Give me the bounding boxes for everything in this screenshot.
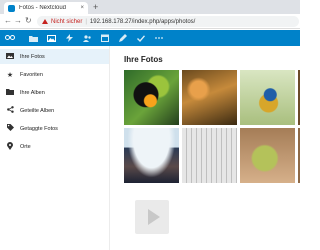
star-icon: ★ <box>6 71 14 79</box>
sidebar-item-geteilte-alben[interactable]: Geteilte Alben <box>0 103 109 118</box>
sidebar-item-label: Favoriten <box>20 71 43 78</box>
check-icon[interactable] <box>135 32 147 44</box>
forward-arrow-icon[interactable]: → <box>14 16 22 26</box>
sidebar-item-label: Getaggte Fotos <box>20 125 58 132</box>
photo-thumbnail-partial[interactable] <box>298 128 300 183</box>
sidebar-item-ihre-fotos[interactable]: Ihre Fotos <box>0 49 109 64</box>
sidebar-item-getaggte-fotos[interactable]: Getaggte Fotos <box>0 121 109 136</box>
sidebar-item-label: Orte <box>20 143 31 150</box>
share-icon <box>6 106 14 115</box>
warning-icon <box>42 19 48 24</box>
security-status[interactable]: Nicht sicher <box>51 19 82 25</box>
folder-icon <box>6 88 14 97</box>
photo-thumbnail-partial[interactable] <box>298 70 300 125</box>
address-bar[interactable]: Nicht sicher | 192.168.178.27/index.php/… <box>37 16 299 27</box>
photo-thumbnail-bird[interactable] <box>240 70 295 125</box>
edit-icon[interactable] <box>117 32 129 44</box>
play-icon <box>148 209 160 225</box>
contacts-icon[interactable] <box>81 32 93 44</box>
tag-icon <box>6 124 14 133</box>
more-icon[interactable] <box>153 32 165 44</box>
photo-thumbnail-toucan[interactable] <box>124 70 179 125</box>
sidebar-item-favoriten[interactable]: ★ Favoriten <box>0 67 109 82</box>
nextcloud-header <box>0 30 300 46</box>
photo-thumbnail-landscape[interactable] <box>182 70 237 125</box>
browser-toolbar: ← → ↻ Nicht sicher | 192.168.178.27/inde… <box>0 14 300 29</box>
nextcloud-favicon-icon <box>8 4 15 12</box>
activity-icon[interactable] <box>63 32 75 44</box>
video-thumbnail[interactable] <box>124 196 179 238</box>
page-title: Ihre Fotos <box>124 55 163 64</box>
browser-tab-strip: Fotos - Nextcloud × + <box>0 0 300 14</box>
url-text[interactable]: 192.168.178.27/index.php/apps/photos/ <box>90 19 195 25</box>
photo-thumbnail-frog[interactable] <box>240 128 295 183</box>
sidebar-item-ihre-alben[interactable]: Ihre Alben <box>0 85 109 100</box>
browser-tab[interactable]: Fotos - Nextcloud × <box>4 2 88 14</box>
back-arrow-icon[interactable]: ← <box>4 16 12 26</box>
reload-icon[interactable]: ↻ <box>25 16 32 26</box>
photos-content: Ihre Fotos <box>112 46 300 250</box>
sidebar-item-orte[interactable]: Orte <box>0 139 109 154</box>
image-icon[interactable] <box>45 32 57 44</box>
sidebar-item-label: Ihre Alben <box>20 89 45 96</box>
address-separator: | <box>85 18 87 25</box>
sidebar-item-label: Geteilte Alben <box>20 107 55 114</box>
app-navigation: Ihre Fotos ★ Favoriten Ihre Alben Geteil… <box>0 46 110 250</box>
photo-thumbnail-building[interactable] <box>182 128 237 183</box>
location-icon <box>6 141 14 152</box>
tab-title: Fotos - Nextcloud <box>19 5 67 11</box>
tab-close-icon[interactable]: × <box>80 5 84 11</box>
new-tab-button[interactable]: + <box>93 3 98 12</box>
nextcloud-logo-icon[interactable] <box>5 35 15 41</box>
sidebar-item-label: Ihre Fotos <box>20 53 45 60</box>
folder-icon[interactable] <box>27 32 39 44</box>
calendar-icon[interactable] <box>99 32 111 44</box>
image-icon <box>6 52 14 61</box>
photo-thumbnail-crowd[interactable] <box>124 128 179 183</box>
